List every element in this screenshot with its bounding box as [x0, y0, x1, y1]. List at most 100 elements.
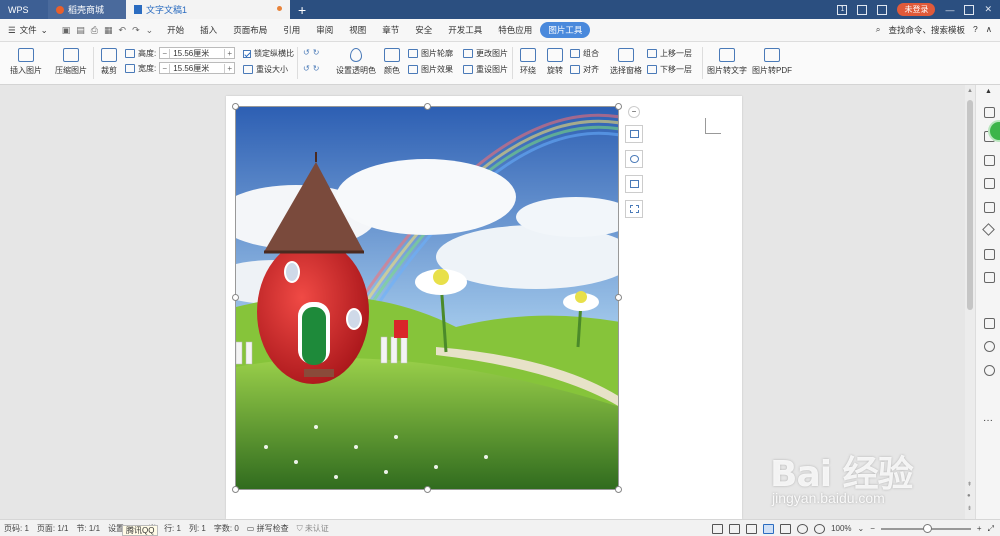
- picture-to-pdf-button[interactable]: 图片转PDF: [751, 48, 793, 76]
- fit-window-icon[interactable]: ⤢: [988, 524, 994, 534]
- section-info[interactable]: 节: 1/1: [72, 523, 104, 534]
- share-icon[interactable]: [984, 249, 995, 260]
- previous-page-icon[interactable]: ⇞: [967, 481, 972, 488]
- rotate-right-icon[interactable]: ↻: [313, 48, 320, 57]
- height-input[interactable]: 15.56厘米: [170, 48, 224, 59]
- menu-references[interactable]: 引用: [275, 24, 308, 36]
- close-icon[interactable]: ✕: [984, 4, 992, 15]
- star-icon[interactable]: [982, 223, 995, 236]
- align-button[interactable]: 对齐: [570, 64, 599, 75]
- decrease-button[interactable]: −: [160, 48, 171, 58]
- shapes-icon[interactable]: [984, 155, 995, 166]
- increase-button[interactable]: +: [224, 63, 234, 73]
- picture-select-icon[interactable]: [625, 200, 643, 218]
- menu-view[interactable]: 视图: [341, 24, 374, 36]
- export-pdf-icon[interactable]: ▤: [76, 25, 85, 36]
- more-icon[interactable]: ⌄: [146, 25, 154, 36]
- print-icon[interactable]: ⎙: [91, 25, 98, 36]
- backup-icon[interactable]: [984, 272, 995, 283]
- eye-protection-icon[interactable]: [814, 523, 826, 534]
- resize-handle-e[interactable]: [615, 294, 622, 301]
- reset-picture-button[interactable]: 重设图片: [463, 64, 508, 75]
- menu-insert[interactable]: 插入: [192, 24, 225, 36]
- read-mode-icon[interactable]: [729, 523, 741, 534]
- menu-review[interactable]: 审阅: [308, 24, 341, 36]
- width-input[interactable]: 15.56厘米: [170, 63, 224, 74]
- tab-docer-store[interactable]: 稻壳商城: [48, 0, 126, 19]
- edit-icon[interactable]: [984, 107, 995, 118]
- crop-icon[interactable]: [625, 175, 643, 193]
- menu-developer[interactable]: 开发工具: [440, 24, 490, 36]
- adjust-icon[interactable]: [984, 178, 995, 189]
- tab-wps[interactable]: WPS: [0, 0, 48, 19]
- inserted-picture[interactable]: [235, 106, 619, 490]
- restore-icon[interactable]: [964, 4, 975, 15]
- full-screen-icon[interactable]: [712, 523, 724, 534]
- send-backward-button[interactable]: 下移一层: [647, 64, 692, 75]
- width-stepper[interactable]: −15.56厘米 +: [159, 62, 236, 74]
- rotate-button[interactable]: 旋转: [543, 48, 567, 76]
- zoom-preview-icon[interactable]: [625, 150, 643, 168]
- picture-effects-button[interactable]: 图片效果: [408, 64, 453, 75]
- scroll-up-icon[interactable]: ▲: [967, 88, 973, 94]
- group-button[interactable]: 组合: [570, 48, 599, 59]
- next-page-icon[interactable]: ⇟: [967, 505, 972, 512]
- color-button[interactable]: 颜色: [380, 48, 404, 76]
- page-count[interactable]: 页面: 1/1: [33, 523, 73, 534]
- zoom-slider[interactable]: [880, 523, 971, 533]
- settings-icon[interactable]: [877, 4, 888, 15]
- zoom-slider-knob[interactable]: [922, 523, 932, 533]
- tab-document[interactable]: 文字文稿1: [126, 0, 290, 19]
- flip-vertical-icon[interactable]: ↺: [303, 64, 310, 73]
- navigation-icon[interactable]: [984, 341, 995, 352]
- page-number[interactable]: 页码: 1: [0, 523, 33, 534]
- save-icon[interactable]: ▣: [62, 25, 71, 36]
- increase-button[interactable]: +: [224, 48, 234, 58]
- vertical-scrollbar[interactable]: ▲ ⇞ ● ⇟: [965, 85, 975, 519]
- page-view-icon[interactable]: [763, 523, 775, 534]
- menu-featured[interactable]: 特色应用: [490, 24, 540, 36]
- height-stepper[interactable]: −15.56厘米 +: [159, 47, 236, 59]
- print-preview-icon[interactable]: ▦: [104, 25, 113, 36]
- certification-status[interactable]: ⛉ 未认证: [293, 523, 333, 534]
- selection-pane-button[interactable]: 选择窗格: [609, 48, 643, 76]
- redo-icon[interactable]: ↷: [132, 25, 140, 36]
- menu-picture-tools[interactable]: 图片工具: [540, 22, 591, 38]
- zoom-level[interactable]: 100%: [831, 524, 851, 533]
- sidebar-arrow-icon[interactable]: ▲: [985, 88, 992, 95]
- resize-handle-n[interactable]: [424, 103, 431, 110]
- collapse-ribbon-icon[interactable]: ∧: [986, 24, 992, 36]
- zoom-in-icon[interactable]: +: [977, 524, 982, 533]
- skin-icon[interactable]: [857, 4, 868, 15]
- help-icon[interactable]: ?: [973, 24, 978, 36]
- resize-handle-nw[interactable]: [232, 103, 239, 110]
- web-view-icon[interactable]: [797, 523, 809, 534]
- zoom-out-icon[interactable]: −: [870, 524, 875, 533]
- resize-handle-w[interactable]: [232, 294, 239, 301]
- menu-home[interactable]: 开始: [159, 24, 192, 36]
- flip-horizontal-icon[interactable]: ↻: [313, 64, 320, 73]
- picture-icon[interactable]: [984, 318, 995, 329]
- search-command[interactable]: ⌕ 查找命令、搜索模板 ? ∧: [876, 24, 992, 36]
- crop-button[interactable]: 裁剪: [96, 48, 122, 76]
- insert-picture-button[interactable]: 插入图片: [6, 48, 46, 76]
- bring-forward-button[interactable]: 上移一层: [647, 48, 692, 59]
- menu-section[interactable]: 章节: [374, 24, 407, 36]
- reset-size-button[interactable]: 重设大小: [243, 64, 288, 75]
- decrease-button[interactable]: −: [160, 63, 171, 73]
- collapse-toolbar-icon[interactable]: −: [628, 106, 640, 118]
- wrap-button[interactable]: 环绕: [516, 48, 540, 76]
- menu-page-layout[interactable]: 页面布局: [225, 24, 275, 36]
- resize-handle-sw[interactable]: [232, 486, 239, 493]
- change-picture-button[interactable]: 更改图片: [463, 48, 508, 59]
- file-menu[interactable]: ☰ 文件 ⌄: [0, 24, 56, 36]
- zoom-dropdown-icon[interactable]: ⌄: [858, 524, 865, 533]
- select-browse-icon[interactable]: ●: [967, 493, 971, 499]
- more-icon[interactable]: ···: [983, 415, 993, 426]
- spell-check[interactable]: ▭ 拼写检查: [243, 523, 293, 534]
- library-icon[interactable]: [984, 202, 995, 213]
- resize-handle-se[interactable]: [615, 486, 622, 493]
- layout-options-icon[interactable]: [625, 125, 643, 143]
- lock-ratio-checkbox[interactable]: 锁定纵横比: [243, 48, 294, 59]
- minimize-icon[interactable]: —: [945, 5, 954, 15]
